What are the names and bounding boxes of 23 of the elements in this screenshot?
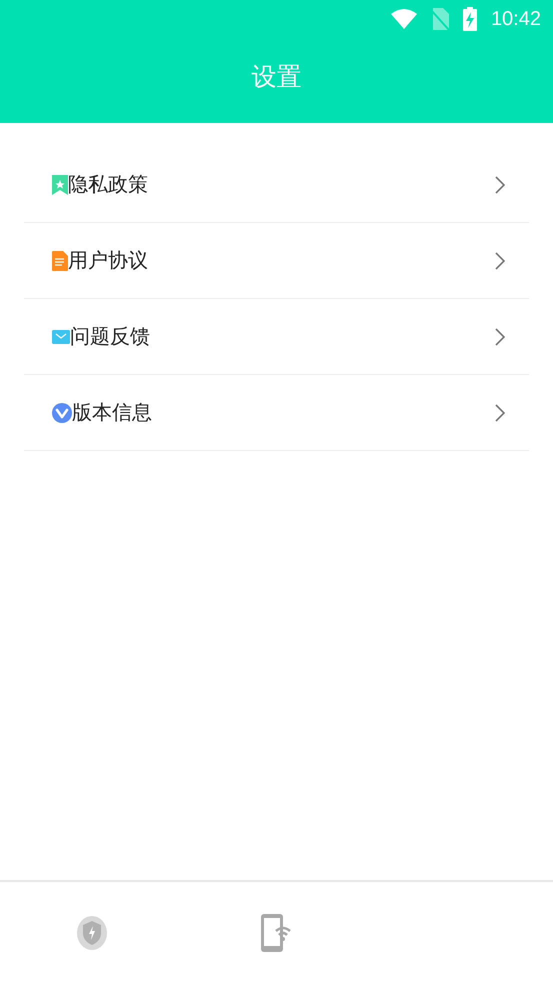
chevron-right-icon bbox=[495, 252, 505, 270]
menu-item-label: 隐私政策 bbox=[68, 171, 149, 198]
bookmark-icon bbox=[52, 174, 68, 194]
chevron-right-icon bbox=[495, 404, 505, 422]
menu-item-label: 版本信息 bbox=[72, 399, 153, 426]
phone-wifi-icon[interactable] bbox=[260, 912, 292, 952]
menu-item[interactable]: 问题反馈 bbox=[24, 299, 529, 375]
page-title: 设置 bbox=[252, 61, 302, 93]
version-icon bbox=[52, 402, 72, 422]
chevron-right-icon bbox=[495, 328, 505, 346]
no-sim-icon bbox=[430, 8, 449, 30]
status-time: 10:42 bbox=[490, 8, 541, 30]
menu-item-label: 问题反馈 bbox=[70, 323, 151, 350]
chevron-right-icon bbox=[495, 176, 505, 194]
shield-icon[interactable] bbox=[76, 914, 108, 950]
document-icon bbox=[52, 250, 68, 270]
wifi-icon bbox=[390, 9, 417, 29]
battery-icon bbox=[462, 7, 477, 31]
menu-item[interactable]: 用户协议 bbox=[24, 223, 529, 299]
mail-icon bbox=[52, 330, 70, 344]
menu-item[interactable]: 版本信息 bbox=[24, 375, 529, 451]
menu-item[interactable]: 隐私政策 bbox=[24, 147, 529, 223]
menu-item-label: 用户协议 bbox=[68, 247, 149, 274]
